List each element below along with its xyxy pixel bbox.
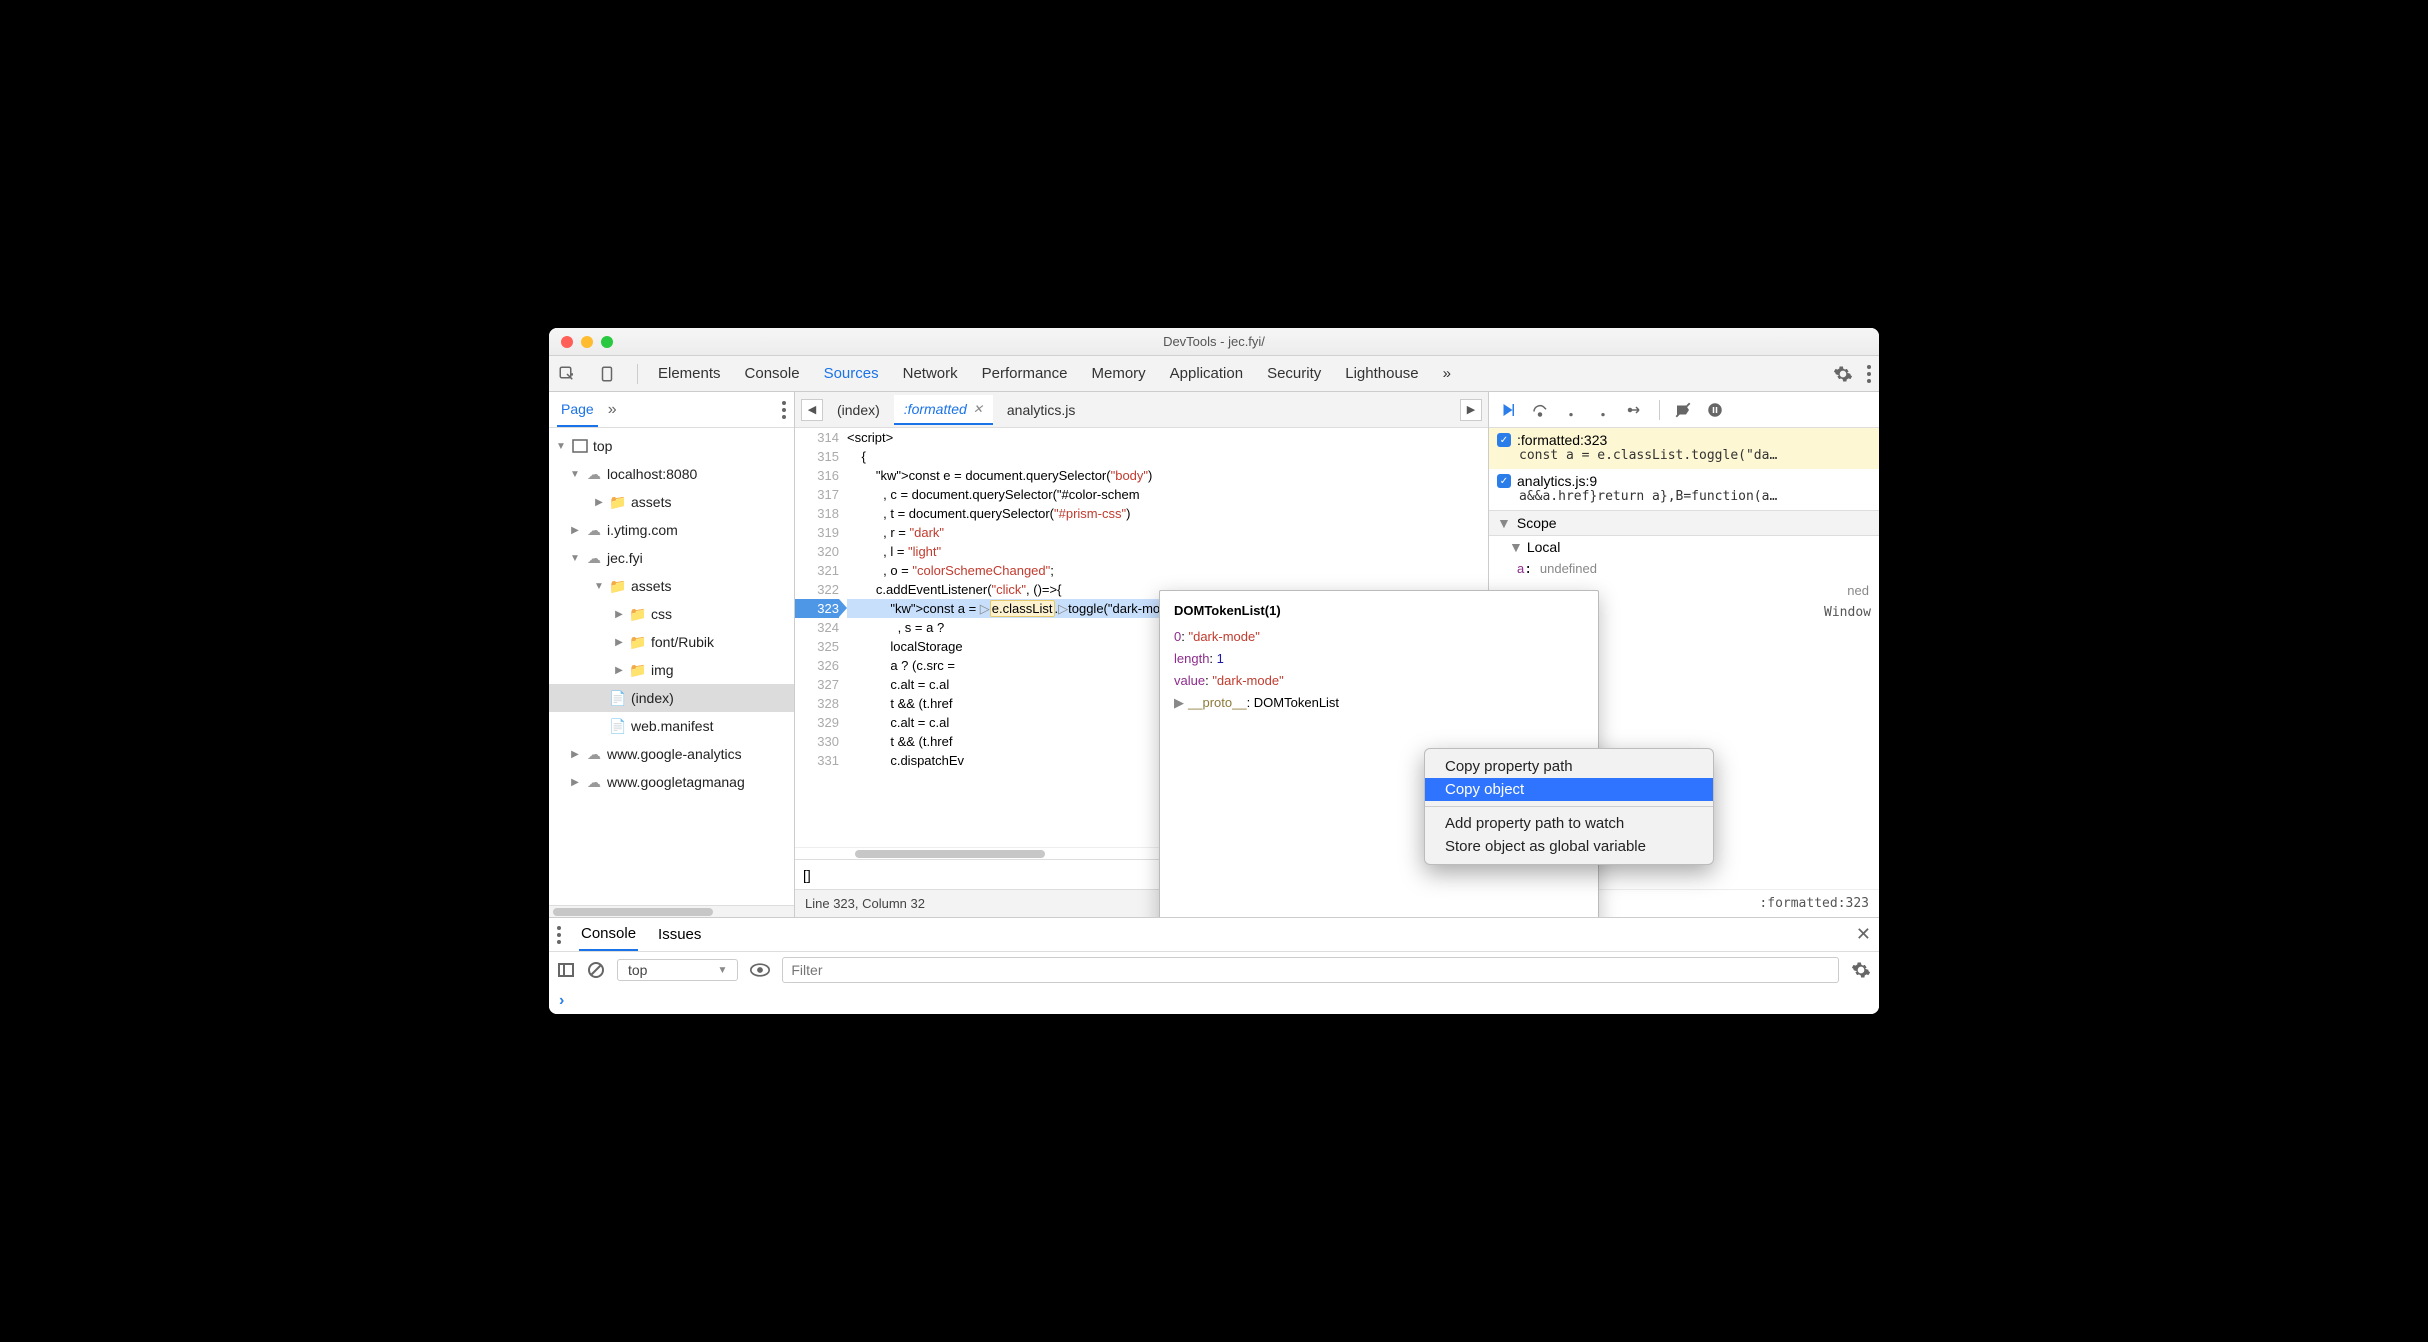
drawer-menu-icon[interactable] (557, 926, 561, 944)
tree-folder[interactable]: ▶📁assets (549, 488, 794, 516)
context-selector[interactable]: top▼ (617, 959, 738, 981)
drawer-tab-console[interactable]: Console (579, 918, 638, 951)
tab-console[interactable]: Console (745, 357, 800, 390)
console-sidebar-icon[interactable] (557, 961, 575, 979)
editor-tab-formatted[interactable]: :formatted✕ (894, 395, 993, 425)
sidebar-header: Page » (549, 392, 794, 428)
sidebar-menu-icon[interactable] (782, 401, 786, 419)
window-title: DevTools - jec.fyi/ (549, 334, 1879, 349)
tab-performance[interactable]: Performance (982, 357, 1068, 390)
titlebar: DevTools - jec.fyi/ (549, 328, 1879, 356)
popover-property[interactable]: value: "dark-mode" (1174, 670, 1584, 692)
tree-folder[interactable]: ▶📁img (549, 656, 794, 684)
sidebar-overflow[interactable]: » (608, 401, 617, 419)
file-tree[interactable]: ▼top ▼☁localhost:8080 ▶📁assets ▶☁i.ytimg… (549, 428, 794, 905)
console-prompt[interactable]: › (549, 988, 1879, 1014)
tree-host[interactable]: ▼☁localhost:8080 (549, 460, 794, 488)
tree-file[interactable]: 📄web.manifest (549, 712, 794, 740)
page-tab[interactable]: Page (557, 393, 598, 427)
editor-tab-analytics[interactable]: analytics.js (997, 396, 1085, 424)
panel-tabs: Elements Console Sources Network Perform… (658, 357, 1813, 390)
tree-host[interactable]: ▶☁www.google-analytics (549, 740, 794, 768)
scope-header[interactable]: ▼Scope (1489, 510, 1879, 536)
sidebar-scrollbar[interactable] (549, 905, 794, 917)
popover-property[interactable]: length: 1 (1174, 648, 1584, 670)
sources-sidebar: Page » ▼top ▼☁localhost:8080 ▶📁assets ▶☁… (549, 392, 795, 917)
close-drawer-icon[interactable]: ✕ (1856, 924, 1871, 945)
gear-icon[interactable] (1833, 364, 1853, 384)
step-icon[interactable] (1627, 401, 1645, 419)
menu-store-global[interactable]: Store object as global variable (1425, 835, 1713, 858)
editor-nav-forward[interactable]: ▶ (1460, 399, 1482, 421)
tree-folder[interactable]: ▶📁css (549, 600, 794, 628)
menu-add-watch[interactable]: Add property path to watch (1425, 812, 1713, 835)
scope-variable[interactable]: a: undefined (1489, 558, 1879, 580)
tab-network[interactable]: Network (903, 357, 958, 390)
editor-nav-back[interactable]: ◀ (801, 399, 823, 421)
tree-host[interactable]: ▶☁www.googletagmanag (549, 768, 794, 796)
separator (1659, 400, 1660, 420)
tab-elements[interactable]: Elements (658, 357, 721, 390)
popover-property[interactable]: 0: "dark-mode" (1174, 626, 1584, 648)
step-into-icon[interactable] (1563, 401, 1581, 419)
line-gutter[interactable]: 3143153163173183193203213223233243253263… (795, 428, 847, 847)
menu-copy-object[interactable]: Copy object (1425, 778, 1713, 801)
popover-header: DOMTokenList(1) (1174, 603, 1584, 618)
tab-memory[interactable]: Memory (1092, 357, 1146, 390)
close-icon[interactable]: ✕ (973, 402, 983, 416)
step-over-icon[interactable] (1531, 401, 1549, 419)
code-editor: ◀ (index) :formatted✕ analytics.js ▶ 314… (795, 392, 1489, 917)
breakpoint-checkbox[interactable]: ✓ (1497, 474, 1511, 488)
breakpoint-item[interactable]: ✓:formatted:323 const a = e.classList.to… (1489, 428, 1879, 469)
tree-host[interactable]: ▶☁i.ytimg.com (549, 516, 794, 544)
tab-sources[interactable]: Sources (824, 357, 879, 390)
drawer-tab-issues[interactable]: Issues (656, 919, 703, 950)
kebab-menu-icon[interactable] (1867, 365, 1871, 383)
drawer-tabs: Console Issues ✕ (549, 918, 1879, 952)
editor-tabs: ◀ (index) :formatted✕ analytics.js ▶ (795, 392, 1488, 428)
console-settings-icon[interactable] (1851, 960, 1871, 980)
live-expression-icon[interactable] (750, 963, 770, 977)
resume-icon[interactable] (1499, 401, 1517, 419)
popover-property[interactable]: ▶__proto__: DOMTokenList (1174, 692, 1584, 714)
inspect-icon[interactable] (557, 364, 577, 384)
device-toggle-icon[interactable] (597, 364, 617, 384)
clear-console-icon[interactable] (587, 961, 605, 979)
separator (637, 364, 638, 384)
filter-input[interactable] (782, 957, 1839, 983)
scope-local[interactable]: ▼Local (1489, 536, 1879, 558)
tab-security[interactable]: Security (1267, 357, 1321, 390)
drawer-toolbar: top▼ (549, 952, 1879, 988)
main-toolbar: Elements Console Sources Network Perform… (549, 356, 1879, 392)
context-menu: Copy property path Copy object Add prope… (1424, 748, 1714, 865)
tab-overflow[interactable]: » (1443, 357, 1451, 390)
tab-lighthouse[interactable]: Lighthouse (1345, 357, 1418, 390)
breakpoint-item[interactable]: ✓analytics.js:9 a&&a.href}return a},B=fu… (1489, 469, 1879, 510)
tree-host[interactable]: ▼☁jec.fyi (549, 544, 794, 572)
deactivate-breakpoints-icon[interactable] (1674, 401, 1692, 419)
tab-application[interactable]: Application (1170, 357, 1243, 390)
tree-top[interactable]: ▼top (549, 432, 794, 460)
pause-exceptions-icon[interactable] (1706, 401, 1724, 419)
tree-folder[interactable]: ▼📁assets (549, 572, 794, 600)
tree-file-selected[interactable]: 📄(index) (549, 684, 794, 712)
breakpoints-list: ✓:formatted:323 const a = e.classList.to… (1489, 428, 1879, 510)
tree-folder[interactable]: ▶📁font/Rubik (549, 628, 794, 656)
console-drawer: Console Issues ✕ top▼ › (549, 917, 1879, 1014)
menu-copy-property-path[interactable]: Copy property path (1425, 755, 1713, 778)
devtools-window: DevTools - jec.fyi/ Elements Console Sou… (549, 328, 1879, 1014)
step-out-icon[interactable] (1595, 401, 1613, 419)
separator (1425, 806, 1713, 807)
breakpoint-checkbox[interactable]: ✓ (1497, 433, 1511, 447)
editor-tab-index[interactable]: (index) (827, 396, 890, 424)
debugger-toolbar (1489, 392, 1879, 428)
toolbar-right (1833, 364, 1871, 384)
